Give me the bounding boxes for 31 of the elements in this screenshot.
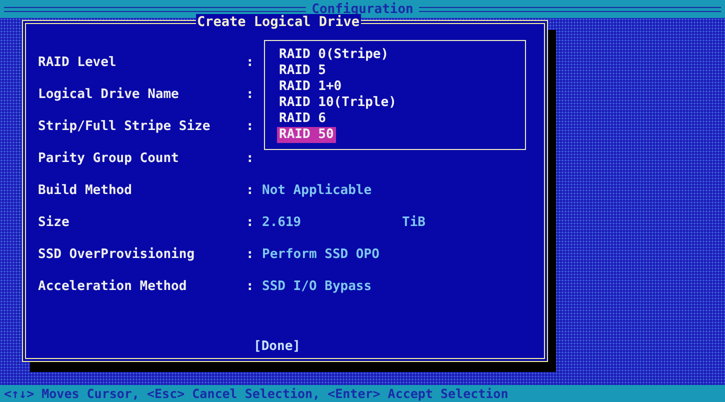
- done-button[interactable]: [Done]: [254, 339, 300, 354]
- menu-option[interactable]: RAID 0(Stripe): [277, 47, 391, 63]
- field-separator: :: [246, 182, 255, 198]
- field-separator: :: [246, 54, 255, 70]
- field-label: Parity Group Count: [38, 150, 180, 166]
- field-label: RAID Level: [38, 54, 118, 70]
- field-value[interactable]: SSD I/O Bypass: [262, 278, 402, 294]
- field-label: Acceleration Method: [38, 278, 188, 294]
- menu-option[interactable]: RAID 1+0: [277, 79, 344, 95]
- dialog-title: Create Logical Drive: [196, 14, 361, 30]
- field-value[interactable]: Not Applicable: [262, 182, 402, 198]
- field-value[interactable]: 2.619: [262, 214, 402, 230]
- menu-option[interactable]: RAID 50: [277, 127, 336, 143]
- key-hints: <↑↓> Moves Cursor, <Esc> Cancel Selection, <Enter> Accept Selection: [4, 386, 508, 401]
- field-separator: :: [246, 86, 255, 102]
- menu-option[interactable]: RAID 5: [277, 63, 328, 79]
- screen-title: Configuration: [312, 2, 414, 16]
- field-label: Build Method: [38, 182, 133, 198]
- field-label: Strip/Full Stripe Size: [38, 118, 212, 134]
- field-label: SSD OverProvisioning: [38, 246, 196, 262]
- menu-option[interactable]: RAID 6: [277, 111, 328, 127]
- field-separator: :: [246, 214, 255, 230]
- field-value[interactable]: Perform SSD OPO: [262, 246, 402, 262]
- field-separator: :: [246, 246, 255, 262]
- field-separator: :: [246, 150, 255, 166]
- field-separator: :: [246, 118, 255, 134]
- field-label: Logical Drive Name: [38, 86, 180, 102]
- field-label: Size: [38, 214, 70, 230]
- field-unit: TiB: [402, 214, 426, 230]
- field-separator: :: [246, 278, 255, 294]
- menu-option[interactable]: RAID 10(Triple): [277, 95, 398, 111]
